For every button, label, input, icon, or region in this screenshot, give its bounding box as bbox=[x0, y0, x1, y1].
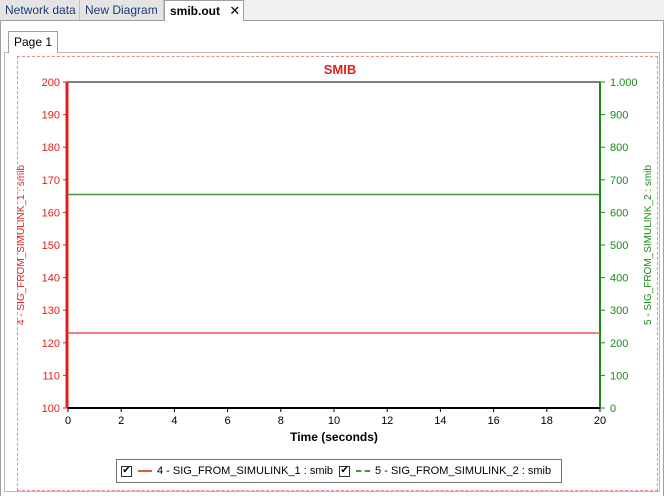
right-tick-label: 0 bbox=[610, 403, 616, 415]
x-tick-label: 10 bbox=[328, 415, 340, 427]
x-tick-label: 16 bbox=[487, 415, 499, 427]
right-axis-ticks: 0 100 200 300 400 500 600 700 800 900 1.000 bbox=[600, 77, 638, 415]
legend-label-series-1: 4 - SIG_FROM_SIMULINK_1 : smib bbox=[157, 465, 334, 477]
left-tick-label: 150 bbox=[42, 240, 60, 252]
chart-title: SMIB bbox=[324, 62, 357, 77]
x-tick-label: 18 bbox=[541, 415, 553, 427]
tab-page-1[interactable]: Page 1 bbox=[8, 31, 58, 53]
x-axis-ticks: 0 2 4 6 8 10 12 14 16 18 20 bbox=[65, 408, 606, 427]
left-tick-label: 140 bbox=[42, 273, 60, 285]
legend-item-series-1: ✔ 4 - SIG_FROM_SIMULINK_1 : smib bbox=[121, 465, 333, 477]
left-axis-ticks: 100 110 120 130 140 150 160 170 180 190 200 bbox=[42, 77, 68, 415]
left-axis-label: 4 - SIG_FROM_SIMULINK_1 : smib bbox=[16, 165, 27, 325]
left-tick-label: 200 bbox=[42, 77, 60, 89]
right-tick-label: 600 bbox=[610, 207, 628, 219]
x-tick-label: 12 bbox=[381, 415, 393, 427]
left-tick-label: 180 bbox=[42, 142, 60, 154]
right-tick-label: 800 bbox=[610, 142, 628, 154]
x-tick-label: 6 bbox=[225, 415, 231, 427]
right-tick-label: 200 bbox=[610, 338, 628, 350]
right-axis-label: 5 - SIG_FROM_SIMULINK_2 : smib bbox=[643, 165, 654, 325]
right-tick-label: 700 bbox=[610, 175, 628, 187]
left-tick-label: 110 bbox=[42, 370, 60, 382]
x-tick-label: 0 bbox=[65, 415, 71, 427]
left-tick-label: 160 bbox=[42, 207, 60, 219]
chart-svg: SMIB 0 2 4 6 8 10 12 14 16 18 20 100 110 120 130 140 15… bbox=[16, 62, 654, 444]
right-tick-label: 300 bbox=[610, 305, 628, 317]
left-tick-label: 190 bbox=[42, 110, 60, 122]
x-tick-label: 8 bbox=[278, 415, 284, 427]
x-axis-label: Time (seconds) bbox=[290, 430, 378, 444]
legend-checkbox-series-2[interactable]: ✔ bbox=[339, 465, 351, 477]
chart-legend: ✔ 4 - SIG_FROM_SIMULINK_1 : smib ✔ 5 - S… bbox=[116, 459, 562, 483]
legend-checkbox-series-1[interactable]: ✔ bbox=[121, 465, 132, 477]
left-tick-label: 170 bbox=[42, 175, 60, 187]
legend-swatch-series-2 bbox=[356, 470, 371, 472]
page-tab-label: Page 1 bbox=[13, 35, 53, 49]
legend-swatch-series-1 bbox=[138, 470, 152, 472]
plot-area bbox=[67, 81, 601, 409]
left-tick-label: 120 bbox=[42, 338, 60, 350]
left-tick-label: 100 bbox=[42, 403, 60, 415]
x-tick-label: 20 bbox=[594, 415, 606, 427]
legend-item-series-2: ✔ 5 - SIG_FROM_SIMULINK_2 : smib bbox=[339, 465, 551, 477]
right-tick-label: 400 bbox=[610, 273, 628, 285]
right-tick-label: 500 bbox=[610, 240, 628, 252]
left-tick-label: 130 bbox=[42, 305, 60, 317]
right-tick-label: 100 bbox=[610, 370, 628, 382]
legend-label-series-2: 5 - SIG_FROM_SIMULINK_2 : smib bbox=[375, 465, 552, 477]
right-tick-label: 900 bbox=[610, 110, 628, 122]
x-tick-label: 4 bbox=[171, 415, 177, 427]
x-tick-label: 14 bbox=[434, 415, 446, 427]
right-tick-label: 1.000 bbox=[610, 77, 638, 89]
x-tick-label: 2 bbox=[118, 415, 124, 427]
